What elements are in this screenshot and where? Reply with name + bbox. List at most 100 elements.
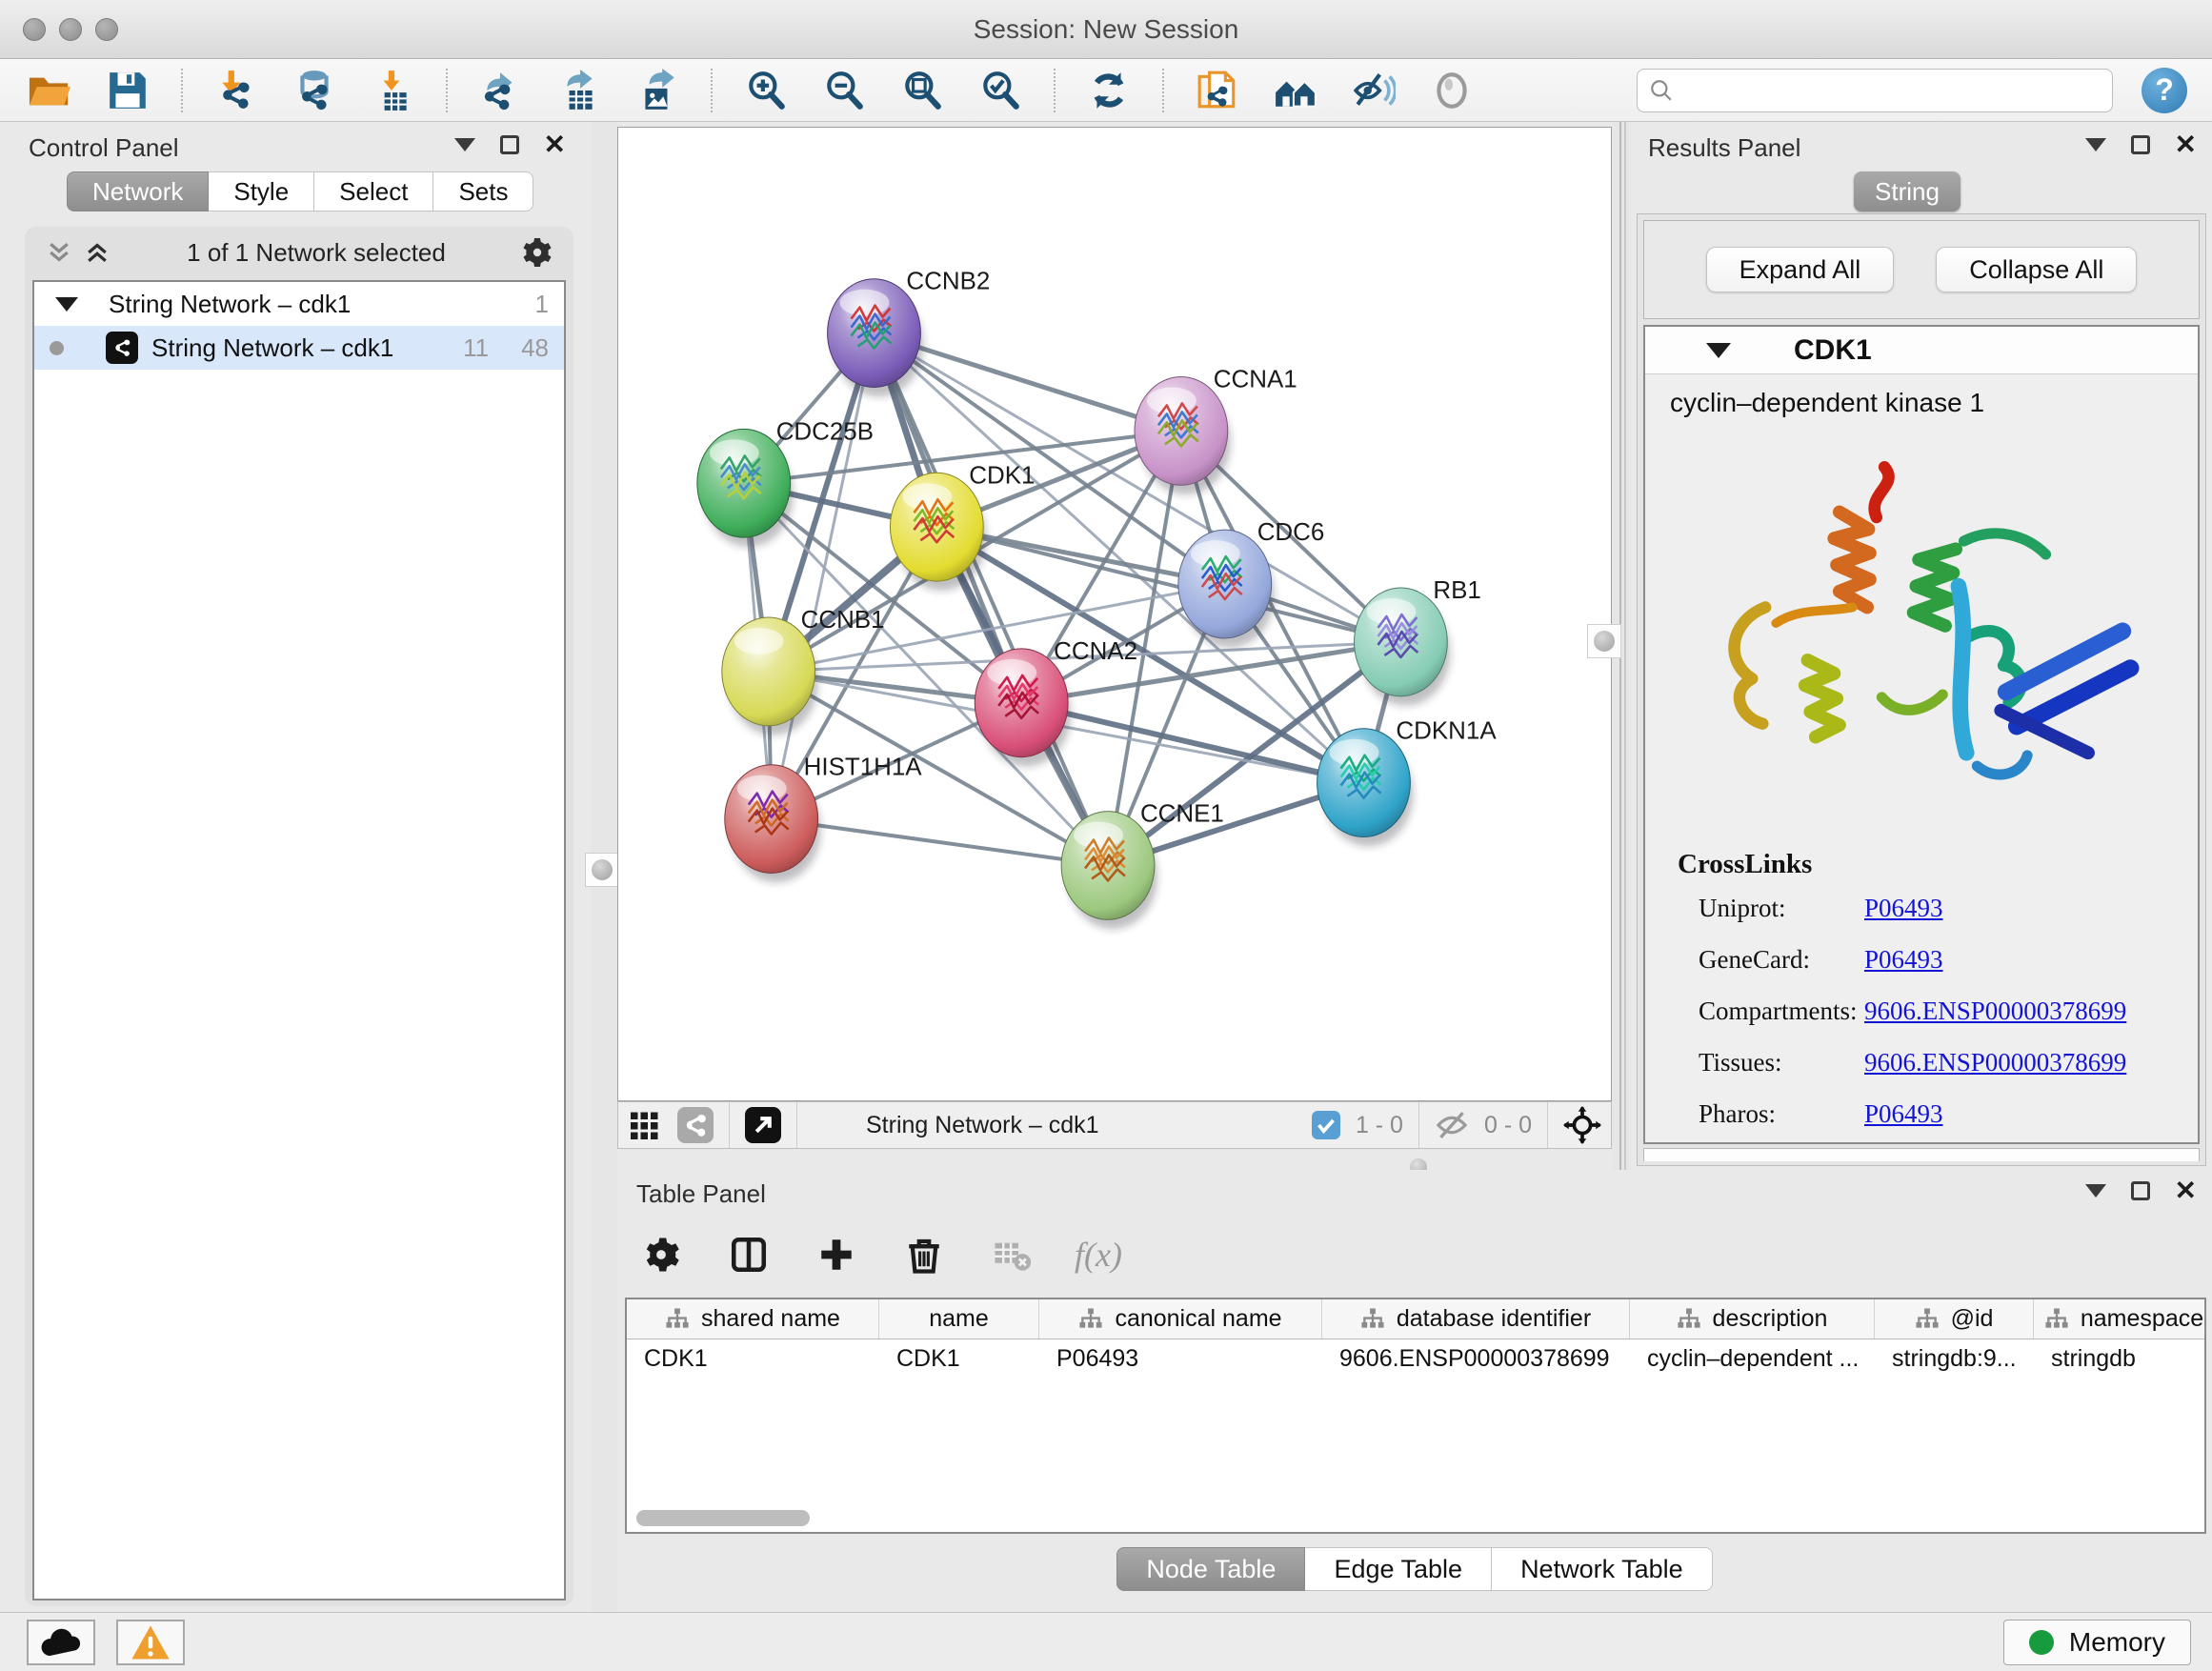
- open-in-window-icon[interactable]: [745, 1107, 781, 1143]
- memory-button[interactable]: Memory: [2003, 1620, 2191, 1665]
- selected-checkbox-icon[interactable]: [1312, 1111, 1340, 1139]
- home-view-button[interactable]: [1271, 66, 1320, 115]
- table-cell[interactable]: CDK1: [879, 1339, 1039, 1378]
- column-header-canonical-name[interactable]: canonical name: [1039, 1299, 1322, 1339]
- table-cell[interactable]: CDK1: [627, 1339, 879, 1378]
- column-header-shared-name[interactable]: shared name: [627, 1299, 879, 1339]
- help-button[interactable]: ?: [2142, 68, 2187, 113]
- save-session-button[interactable]: [103, 66, 152, 115]
- table-horizontal-scrollbar[interactable]: [636, 1510, 810, 1526]
- left-splitter-handle[interactable]: [585, 853, 619, 887]
- zoom-out-button[interactable]: [819, 66, 869, 115]
- table-cell[interactable]: stringdb: [2034, 1339, 2206, 1378]
- import-network-database-button[interactable]: [290, 66, 339, 115]
- tree-expand-icon[interactable]: [55, 297, 78, 312]
- float-panel-icon[interactable]: [2131, 135, 2150, 154]
- add-column-icon[interactable]: [812, 1230, 861, 1279]
- network-share-icon[interactable]: [677, 1107, 714, 1143]
- zoom-in-button[interactable]: [741, 66, 791, 115]
- warning-button[interactable]: [116, 1620, 185, 1665]
- tab-node-table[interactable]: Node Table: [1116, 1547, 1305, 1591]
- left-splitter[interactable]: [591, 122, 617, 1612]
- float-panel-icon[interactable]: [500, 135, 519, 154]
- fit-selected-crosshair-icon[interactable]: [1563, 1106, 1601, 1144]
- node-RB1[interactable]: RB1: [1355, 577, 1481, 706]
- zoom-selected-button[interactable]: [975, 66, 1025, 115]
- edge-HIST1H1A-CCNE1[interactable]: [772, 819, 1108, 866]
- delete-column-trash-icon[interactable]: [899, 1230, 949, 1279]
- delete-table-icon[interactable]: [987, 1230, 1036, 1279]
- edge-CCNA2-CDKN1A[interactable]: [1021, 703, 1363, 783]
- node-CCNE1[interactable]: CCNE1: [1061, 801, 1224, 930]
- open-session-button[interactable]: [25, 66, 74, 115]
- edge-CCNB2-CCNE1[interactable]: [874, 333, 1108, 866]
- panel-menu-icon[interactable]: [2085, 138, 2106, 151]
- node-CCNA2[interactable]: CCNA2: [975, 638, 1137, 767]
- expand-all-button[interactable]: Expand All: [1706, 247, 1895, 292]
- crosslink-link[interactable]: P06493: [1864, 945, 1943, 974]
- right-splitter-handle[interactable]: [1587, 624, 1621, 658]
- tab-select[interactable]: Select: [314, 171, 433, 211]
- network-options-gear-icon[interactable]: [516, 232, 558, 273]
- float-panel-icon[interactable]: [2131, 1181, 2150, 1200]
- crosslink-link[interactable]: 9606.ENSP00000378699: [1864, 997, 2126, 1025]
- tab-style[interactable]: Style: [209, 171, 314, 211]
- node-CCNB2[interactable]: CCNB2: [828, 269, 991, 397]
- function-builder-icon[interactable]: f(x): [1075, 1235, 1122, 1275]
- import-table-button[interactable]: [368, 66, 417, 115]
- column-header-namespace[interactable]: namespace: [2034, 1299, 2206, 1339]
- hide-unhide-button[interactable]: [1349, 66, 1398, 115]
- refresh-button[interactable]: [1084, 66, 1134, 115]
- search-box[interactable]: [1637, 69, 2113, 112]
- export-image-button[interactable]: [633, 66, 682, 115]
- zoom-fit-button[interactable]: [897, 66, 947, 115]
- node-CCNA1[interactable]: CCNA1: [1135, 366, 1297, 494]
- node-CDKN1A[interactable]: CDKN1A: [1317, 718, 1498, 847]
- expand-all-tree-icon[interactable]: [78, 233, 116, 272]
- tab-edge-table[interactable]: Edge Table: [1305, 1547, 1492, 1591]
- column-header-@id[interactable]: @id: [1875, 1299, 2034, 1339]
- collapse-card-icon[interactable]: [1706, 343, 1731, 358]
- show-columns-icon[interactable]: [724, 1230, 774, 1279]
- cloud-button[interactable]: [27, 1620, 95, 1665]
- table-cell[interactable]: stringdb:9...: [1875, 1339, 2034, 1378]
- column-header-database-identifier[interactable]: database identifier: [1322, 1299, 1630, 1339]
- network-row-selected[interactable]: String Network – cdk1 11 48: [34, 326, 564, 370]
- tab-string[interactable]: String: [1854, 171, 1961, 211]
- table-cell[interactable]: P06493: [1039, 1339, 1322, 1378]
- column-header-description[interactable]: description: [1630, 1299, 1875, 1339]
- collapse-all-tree-icon[interactable]: [40, 233, 78, 272]
- crosslink-link[interactable]: P06493: [1864, 894, 1943, 922]
- export-network-button[interactable]: [476, 66, 526, 115]
- show-graphics-button[interactable]: [1427, 66, 1477, 115]
- table-cell[interactable]: 9606.ENSP00000378699: [1322, 1339, 1630, 1378]
- table-cell[interactable]: cyclin–dependent ...: [1630, 1339, 1875, 1378]
- close-panel-icon[interactable]: ✕: [2175, 135, 2197, 154]
- crosslink-link[interactable]: 9606.ENSP00000378699: [1864, 1048, 2126, 1077]
- table-row[interactable]: CDK1CDK1P064939606.ENSP00000378699cyclin…: [627, 1339, 2204, 1378]
- network-collection-row[interactable]: String Network – cdk1 1: [34, 282, 564, 326]
- import-network-file-button[interactable]: [211, 66, 261, 115]
- node-CCNB1[interactable]: CCNB1: [722, 607, 885, 735]
- protein-card-header[interactable]: CDK1: [1645, 327, 2198, 374]
- export-table-button[interactable]: [554, 66, 604, 115]
- network-graph[interactable]: CCNB2CCNA1CDC25BCDK1CDC6RB1CCNB1CCNA2CDK…: [618, 128, 1611, 1100]
- clone-network-button[interactable]: [1193, 66, 1242, 115]
- tab-sets[interactable]: Sets: [433, 171, 533, 211]
- panel-menu-icon[interactable]: [454, 138, 475, 151]
- tab-network-table[interactable]: Network Table: [1492, 1547, 1713, 1591]
- node-HIST1H1A[interactable]: HIST1H1A: [725, 755, 923, 883]
- control-panel: Control Panel ✕ NetworkStyleSelectSets 1…: [0, 122, 591, 1612]
- close-panel-icon[interactable]: ✕: [2175, 1181, 2197, 1200]
- birdseye-grid-icon[interactable]: [628, 1108, 662, 1142]
- crosslink-link[interactable]: P06493: [1864, 1099, 1943, 1128]
- panel-menu-icon[interactable]: [2085, 1184, 2106, 1198]
- table-options-gear-icon[interactable]: [636, 1230, 686, 1279]
- hidden-eye-slash-icon[interactable]: [1435, 1108, 1469, 1142]
- search-input[interactable]: [1681, 77, 2101, 104]
- network-canvas[interactable]: CCNB2CCNA1CDC25BCDK1CDC6RB1CCNB1CCNA2CDK…: [617, 127, 1612, 1101]
- collapse-all-button[interactable]: Collapse All: [1936, 247, 2137, 292]
- tab-network[interactable]: Network: [67, 171, 209, 211]
- column-header-name[interactable]: name: [879, 1299, 1039, 1339]
- close-panel-icon[interactable]: ✕: [544, 135, 566, 154]
